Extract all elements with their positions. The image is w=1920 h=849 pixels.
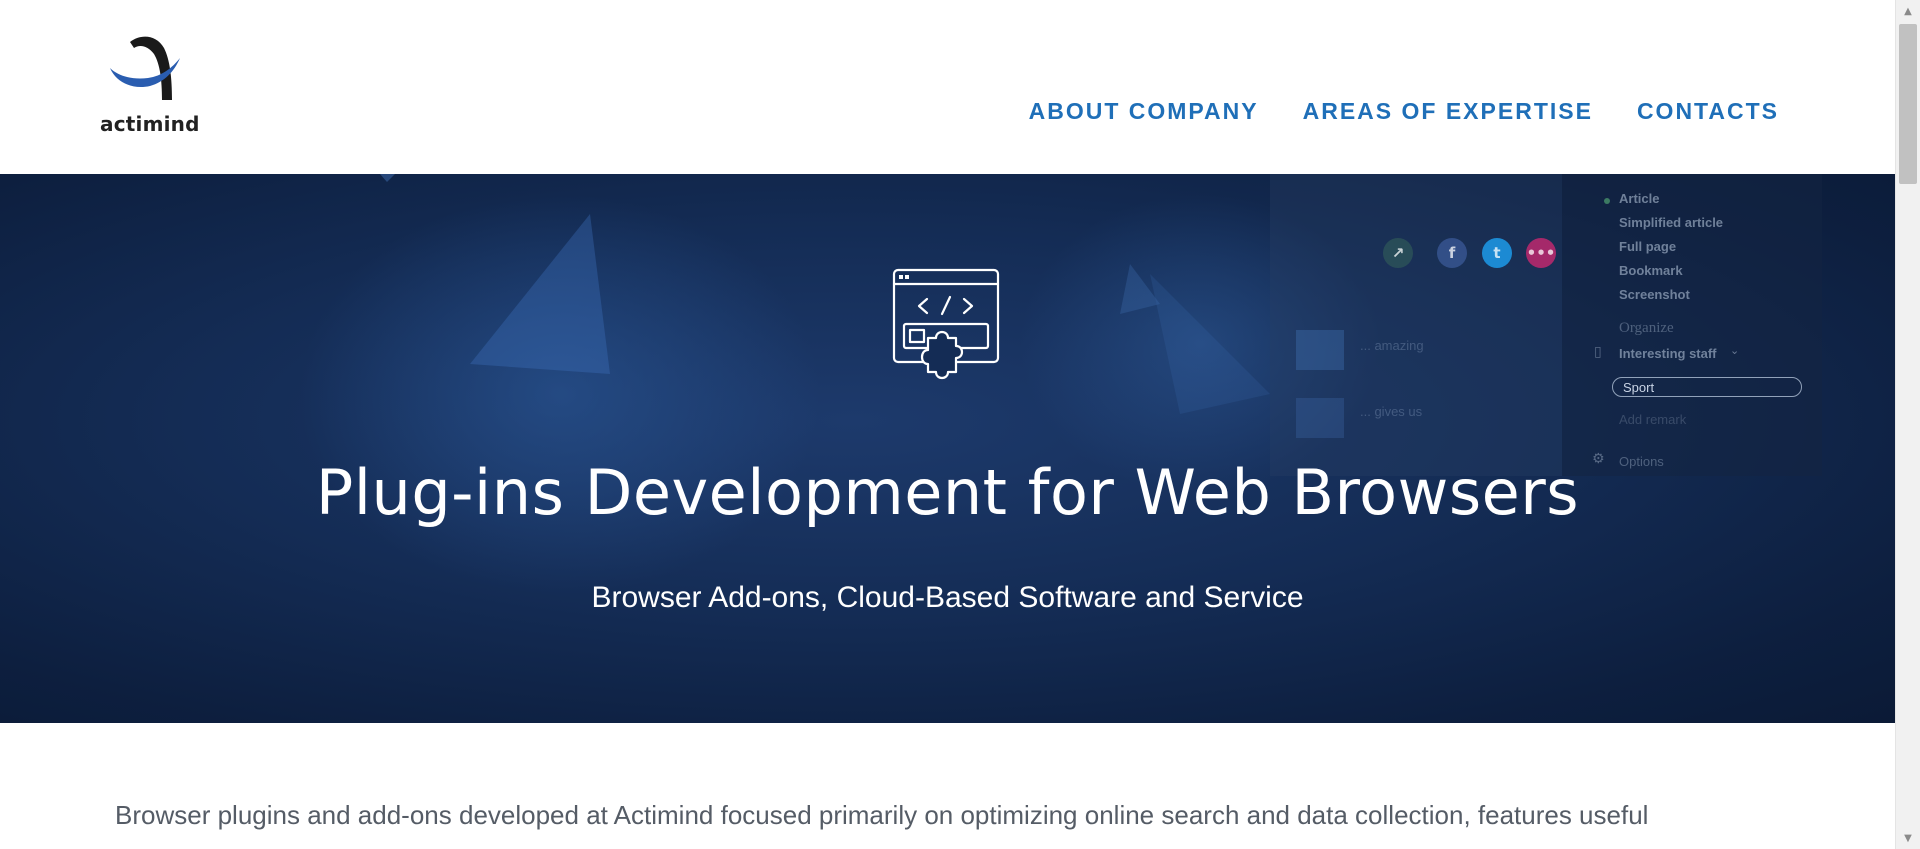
chevron-down-icon: ⌄: [1730, 344, 1740, 357]
scroll-down-arrow-icon[interactable]: ▼: [1896, 827, 1920, 849]
nav-about-company[interactable]: ABOUT COMPANY: [1029, 98, 1259, 125]
card-text: ... gives us: [1360, 404, 1423, 419]
share-icon: ↗: [1383, 238, 1413, 268]
more-icon: •••: [1526, 238, 1556, 268]
twitter-icon: t: [1482, 238, 1512, 268]
panel-remark: Add remark: [1619, 412, 1687, 427]
card-thumbnail: [1296, 398, 1344, 438]
logo-wordmark: actimind: [100, 112, 200, 136]
hero-bg-card: ↗ f t ••• ... amazing ... gives us: [1270, 174, 1562, 476]
panel-item: Bookmark: [1619, 263, 1683, 278]
nav-areas-of-expertise[interactable]: AREAS OF EXPERTISE: [1303, 98, 1593, 125]
panel-item: Screenshot: [1619, 287, 1690, 302]
hero-title: Plug-ins Development for Web Browsers: [315, 456, 1580, 529]
panel-heading: Organize: [1619, 320, 1674, 336]
page: actimind ABOUT COMPANY AREAS OF EXPERTIS…: [0, 0, 1920, 849]
panel-tag-input: Sport: [1612, 377, 1802, 397]
facebook-icon: f: [1437, 238, 1467, 268]
scrollbar-thumb[interactable]: [1899, 24, 1917, 184]
intro-paragraph: Browser plugins and add-ons developed at…: [115, 800, 1649, 830]
main-nav: ABOUT COMPANY AREAS OF EXPERTISE CONTACT…: [1029, 98, 1779, 125]
panel-item: Simplified article: [1619, 215, 1724, 230]
actimind-logo[interactable]: actimind: [98, 34, 199, 138]
actimind-logo-icon: [110, 36, 180, 100]
card-thumbnail: [1296, 330, 1344, 370]
hero-banner: ↗ f t ••• ... amazing ... gives us Artic…: [0, 174, 1895, 723]
scroll-up-arrow-icon[interactable]: ▲: [1896, 0, 1920, 22]
site-header: actimind ABOUT COMPANY AREAS OF EXPERTIS…: [0, 0, 1895, 174]
hero-subtitle: Browser Add-ons, Cloud-Based Software an…: [591, 581, 1304, 614]
panel-item: Article: [1619, 191, 1660, 206]
page-scrollbar[interactable]: ▲ ▼: [1895, 0, 1920, 849]
active-dot-icon: [1604, 198, 1610, 204]
nav-contacts[interactable]: CONTACTS: [1637, 98, 1779, 125]
card-text: ... amazing: [1360, 338, 1424, 353]
panel-item: Full page: [1619, 239, 1677, 254]
panel-folder: Interesting staff: [1619, 346, 1717, 361]
clipboard-icon: ▯: [1594, 344, 1602, 360]
browser-plugin-icon: [892, 268, 1000, 380]
hero-bg-side-panel: Article Simplified article Full page Boo…: [1562, 174, 1822, 476]
